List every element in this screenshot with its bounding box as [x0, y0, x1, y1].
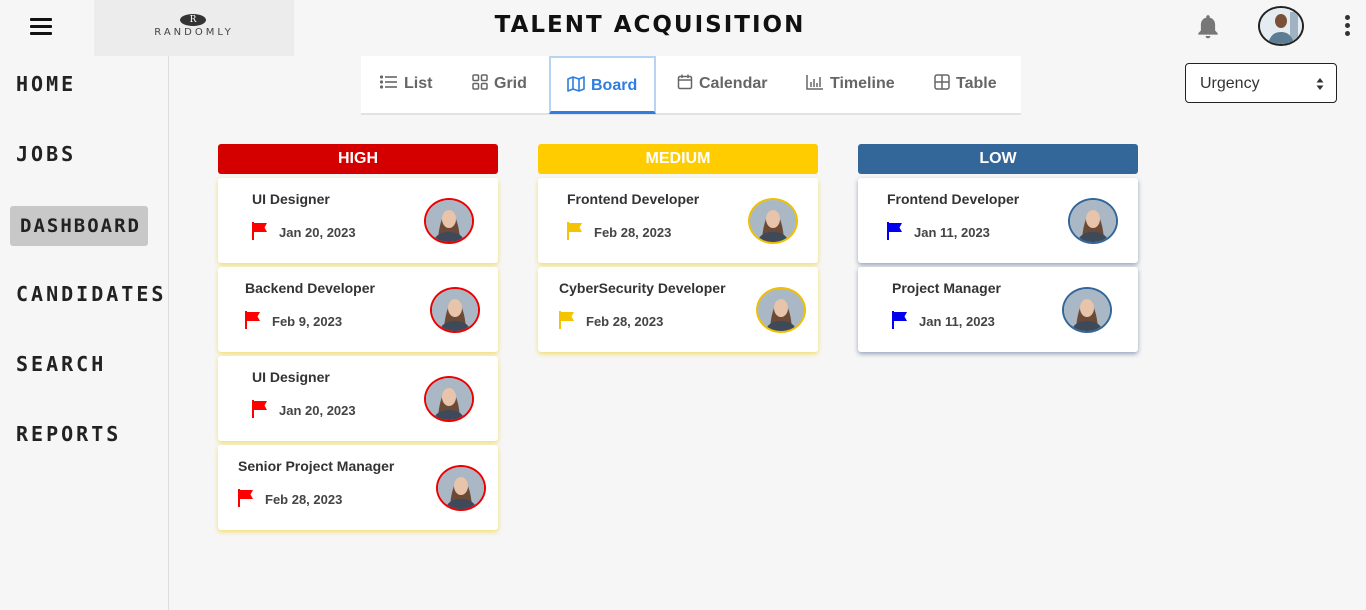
candidate-avatar[interactable] — [756, 287, 806, 333]
sidebar-item-candidates[interactable]: CANDIDATES — [10, 274, 166, 314]
job-date: Feb 28, 2023 — [594, 225, 672, 240]
job-title: Backend Developer — [245, 280, 375, 296]
flag-icon — [887, 222, 902, 240]
sidebar-item-reports[interactable]: REPORTS — [10, 414, 121, 454]
flag-icon — [559, 311, 574, 329]
vertical-dots-icon[interactable] — [1342, 15, 1352, 41]
tab-table[interactable]: Table — [934, 56, 997, 114]
grid-icon — [472, 74, 488, 91]
candidate-avatar[interactable] — [424, 376, 474, 422]
job-date: Jan 11, 2023 — [914, 225, 990, 240]
job-date: Feb 28, 2023 — [586, 314, 664, 329]
tab-board[interactable]: Board — [549, 56, 656, 114]
candidate-avatar[interactable] — [436, 465, 486, 511]
job-card[interactable]: Backend Developer Feb 9, 2023 — [218, 267, 498, 352]
job-card[interactable]: CyberSecurity Developer Feb 28, 2023 — [538, 267, 818, 352]
bell-icon[interactable] — [1195, 13, 1221, 41]
tab-calendar[interactable]: Calendar — [677, 56, 767, 114]
job-title: Frontend Developer — [887, 191, 1020, 207]
flag-icon — [245, 311, 260, 329]
job-date: Jan 20, 2023 — [279, 225, 356, 240]
job-title: UI Designer — [252, 369, 330, 385]
sidebar-item-search[interactable]: SEARCH — [10, 344, 106, 384]
job-card[interactable]: Frontend Developer Jan 11, 2023 — [858, 178, 1138, 263]
column-header-high: HIGH — [218, 144, 498, 174]
job-title: CyberSecurity Developer — [559, 280, 726, 296]
sidebar-item-home[interactable]: HOME — [10, 64, 76, 104]
tab-label: Calendar — [699, 75, 768, 92]
job-card[interactable]: UI Designer Jan 20, 2023 — [218, 178, 498, 263]
app-header: R RANDOMLY TALENT ACQUISITION — [0, 0, 1366, 56]
candidate-avatar[interactable] — [1062, 287, 1112, 333]
map-icon — [567, 76, 585, 93]
tab-label: Grid — [494, 75, 527, 92]
job-date: Feb 9, 2023 — [272, 314, 343, 329]
job-date: Jan 11, 2023 — [919, 314, 995, 329]
job-title: UI Designer — [252, 191, 330, 207]
candidate-avatar[interactable] — [430, 287, 480, 333]
sidebar: HOME JOBS DASHBOARD CANDIDATES SEARCH RE… — [0, 56, 169, 610]
job-title: Project Manager — [892, 280, 1001, 296]
job-card[interactable]: Project Manager Jan 11, 2023 — [858, 267, 1138, 352]
job-card[interactable]: Frontend Developer Feb 28, 2023 — [538, 178, 818, 263]
sort-caret-icon — [1316, 78, 1324, 90]
job-title: Senior Project Manager — [238, 458, 395, 474]
job-title: Frontend Developer — [567, 191, 700, 207]
flag-icon — [252, 400, 267, 418]
tab-grid[interactable]: Grid — [472, 56, 527, 114]
job-card[interactable]: Senior Project Manager Feb 28, 2023 — [218, 445, 498, 530]
flag-icon — [252, 222, 267, 240]
candidate-avatar[interactable] — [748, 198, 798, 244]
tab-timeline[interactable]: Timeline — [806, 56, 895, 114]
sidebar-item-dashboard[interactable]: DASHBOARD — [10, 206, 148, 246]
column-header-medium: MEDIUM — [538, 144, 818, 174]
bar-chart-icon — [806, 75, 823, 91]
candidate-avatar[interactable] — [424, 198, 474, 244]
sidebar-item-jobs[interactable]: JOBS — [10, 134, 76, 174]
candidate-avatar[interactable] — [1068, 198, 1118, 244]
tab-label: List — [404, 75, 433, 92]
user-avatar[interactable] — [1258, 6, 1304, 46]
tab-label: Table — [956, 75, 997, 92]
tab-list[interactable]: List — [379, 56, 433, 114]
column-header-low: LOW — [858, 144, 1138, 174]
view-tabs: List Grid Board Calendar Timeline Table — [361, 56, 1021, 115]
job-date: Jan 20, 2023 — [279, 403, 356, 418]
tab-label: Timeline — [830, 75, 895, 92]
flag-icon — [892, 311, 907, 329]
tab-label: Board — [591, 77, 638, 94]
flag-icon — [238, 489, 253, 507]
job-date: Feb 28, 2023 — [265, 492, 343, 507]
flag-icon — [567, 222, 582, 240]
sort-select-value: Urgency — [1200, 75, 1260, 92]
sort-select[interactable]: Urgency — [1185, 63, 1337, 103]
list-icon — [379, 75, 397, 89]
table-icon — [934, 74, 950, 91]
job-card[interactable]: UI Designer Jan 20, 2023 — [218, 356, 498, 441]
app-title: TALENT ACQUISITION — [494, 12, 806, 38]
calendar-icon — [677, 74, 693, 90]
